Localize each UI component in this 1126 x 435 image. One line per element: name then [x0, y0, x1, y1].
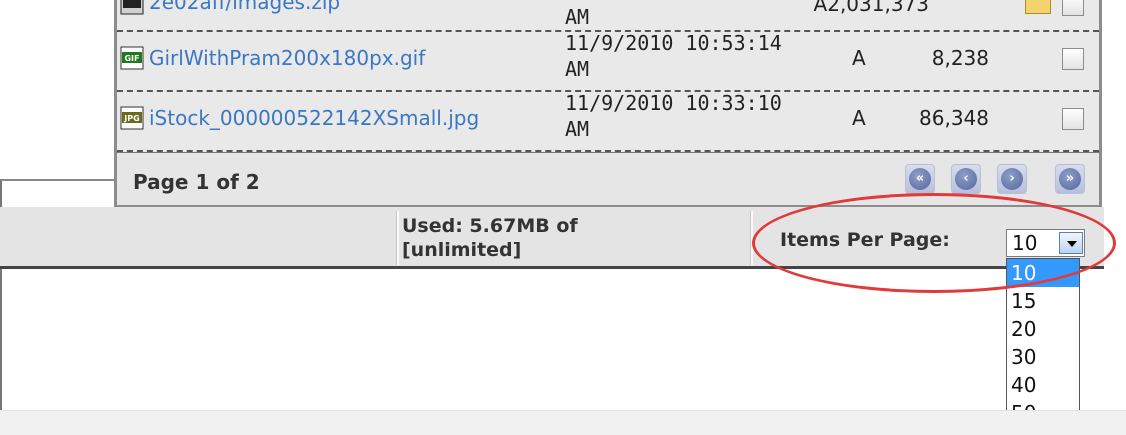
file-name-link[interactable]: 2e02aff/images.zip [149, 0, 340, 14]
next-page-button[interactable]: › [997, 164, 1027, 194]
folder-icon [1025, 0, 1051, 14]
storage-usage-line2: [unlimited] [402, 239, 522, 261]
option-30[interactable]: 30 [1007, 343, 1079, 371]
chevron-left-icon: ‹ [955, 168, 977, 190]
option-15[interactable]: 15 [1007, 287, 1079, 315]
storage-usage-line1: Used: 5.67MB of [402, 215, 578, 237]
file-date-line2: AM [565, 117, 590, 141]
option-40[interactable]: 40 [1007, 371, 1079, 399]
file-date-line1: 11/9/2010 10:33:10 [565, 91, 782, 115]
file-attribute: A [852, 46, 866, 70]
file-name-link[interactable]: GirlWithPram200x180px.gif [149, 46, 425, 70]
first-page-button[interactable]: « [905, 164, 935, 194]
file-select-checkbox[interactable] [1062, 0, 1084, 16]
last-page-button[interactable]: » [1055, 164, 1085, 194]
table-row[interactable]: GIF GirlWithPram200x180px.gif 11/9/2010 … [117, 30, 1099, 92]
page-indicator: Page 1 of 2 [133, 170, 260, 194]
file-date: 11/9/2010 10:33:10 AM [565, 90, 782, 142]
file-date: AM [565, 5, 590, 29]
storage-usage: Used: 5.67MB of [unlimited] [402, 214, 702, 262]
option-20[interactable]: 20 [1007, 315, 1079, 343]
file-date: 11/9/2010 10:53:14 AM [565, 30, 782, 82]
bottom-strip [0, 410, 1126, 435]
table-row[interactable]: 2e02aff/images.zip AM A2,031,373 [117, 0, 1099, 32]
double-chevron-right-icon: » [1059, 168, 1081, 190]
table-row[interactable]: JPG iStock_000000522142XSmall.jpg 11/9/2… [117, 90, 1099, 152]
svg-text:JPG: JPG [123, 114, 139, 123]
annotation-ellipse [752, 193, 1116, 293]
file-name-link[interactable]: iStock_000000522142XSmall.jpg [149, 106, 479, 130]
jpg-file-icon: JPG [120, 106, 144, 130]
file-date-line2: AM [565, 57, 590, 81]
status-divider [396, 211, 399, 265]
file-date-line1: 11/9/2010 10:53:14 [565, 31, 782, 55]
file-select-checkbox[interactable] [1062, 108, 1084, 130]
file-size: 8,238 [931, 46, 989, 70]
file-size: A2,031,373 [813, 0, 929, 16]
svg-text:GIF: GIF [124, 54, 139, 63]
prev-page-button[interactable]: ‹ [951, 164, 981, 194]
file-size: 86,348 [919, 106, 989, 130]
double-chevron-left-icon: « [909, 168, 931, 190]
file-select-checkbox[interactable] [1062, 48, 1084, 70]
gif-file-icon: GIF [120, 46, 144, 70]
file-grid: 2e02aff/images.zip AM A2,031,373 GIF Gir… [114, 0, 1102, 207]
zip-file-icon [120, 0, 144, 16]
left-panel [0, 0, 116, 181]
chevron-right-icon: › [1001, 168, 1023, 190]
file-attribute: A [852, 106, 866, 130]
